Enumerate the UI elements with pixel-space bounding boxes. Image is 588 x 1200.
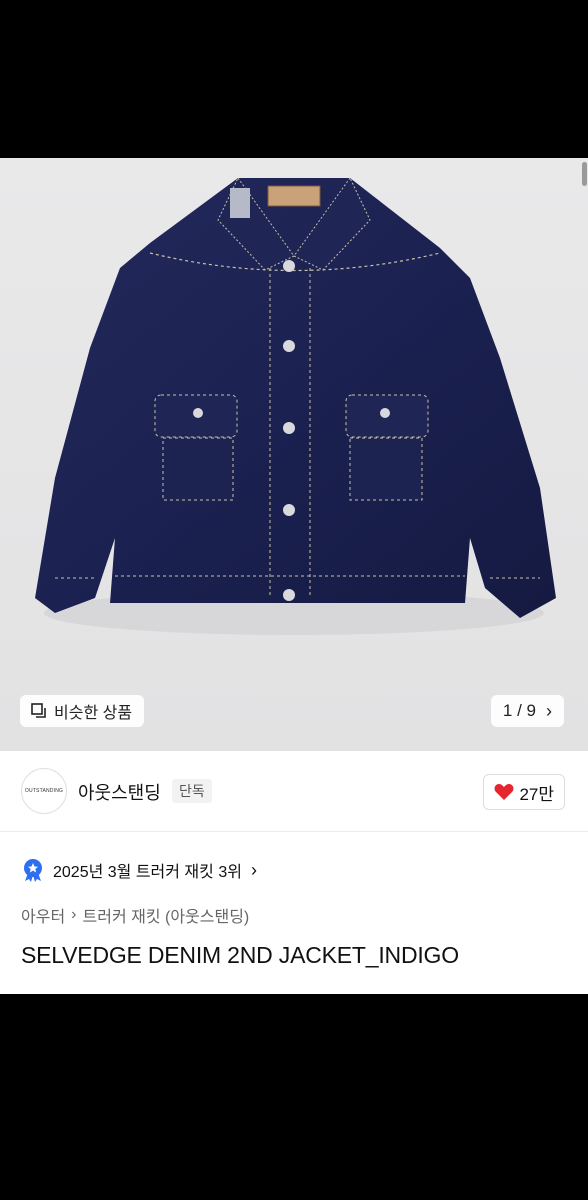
exclusive-badge: 단독 (172, 779, 212, 803)
like-count: 27만 (519, 784, 554, 804)
product-info-panel: OUTSTANDING 아웃스탠딩 단독 27만 2025년 3월 트러커 재킷… (0, 751, 588, 994)
chevron-right-icon: › (546, 700, 552, 721)
ranking-link[interactable]: 2025년 3월 트러커 재킷 3위 › (22, 855, 257, 885)
image-counter-text: 1 / 9 (502, 701, 536, 720)
brand-logo-text: OUTSTANDING (24, 788, 64, 794)
top-black-bar (0, 0, 588, 158)
ranking-text: 2025년 3월 트러커 재킷 3위 (53, 864, 242, 881)
copy-icon (31, 703, 46, 718)
product-image-gallery[interactable]: 비슷한 상품 1 / 9 › (0, 158, 588, 751)
similar-products-label: 비슷한 상품 (54, 705, 133, 722)
chevron-right-icon: › (71, 906, 77, 923)
ranking-badge-icon (24, 859, 42, 882)
brand-logo[interactable]: OUTSTANDING (21, 768, 67, 814)
bottom-black-area (0, 994, 588, 1200)
denim-jacket-image (35, 177, 556, 635)
breadcrumb-category[interactable]: 아우터 (21, 903, 65, 927)
chevron-right-icon: › (250, 859, 257, 880)
brand-name-link[interactable]: 아웃스탠딩 (78, 779, 161, 805)
similar-products-button[interactable]: 비슷한 상품 (20, 695, 145, 727)
image-counter[interactable]: 1 / 9 › (490, 695, 564, 727)
brand-row: OUTSTANDING 아웃스탠딩 단독 27만 (0, 751, 588, 832)
breadcrumb-subcategory[interactable]: 트러커 재킷 (아웃스탠딩) (83, 903, 250, 927)
scrollbar[interactable] (582, 162, 587, 186)
breadcrumb: 아우터 › 트러커 재킷 (아웃스탠딩) (21, 903, 249, 927)
product-title: SELVEDGE DENIM 2ND JACKET_INDIGO (21, 942, 459, 968)
like-button[interactable]: 27만 (483, 774, 565, 810)
heart-icon (494, 784, 514, 800)
